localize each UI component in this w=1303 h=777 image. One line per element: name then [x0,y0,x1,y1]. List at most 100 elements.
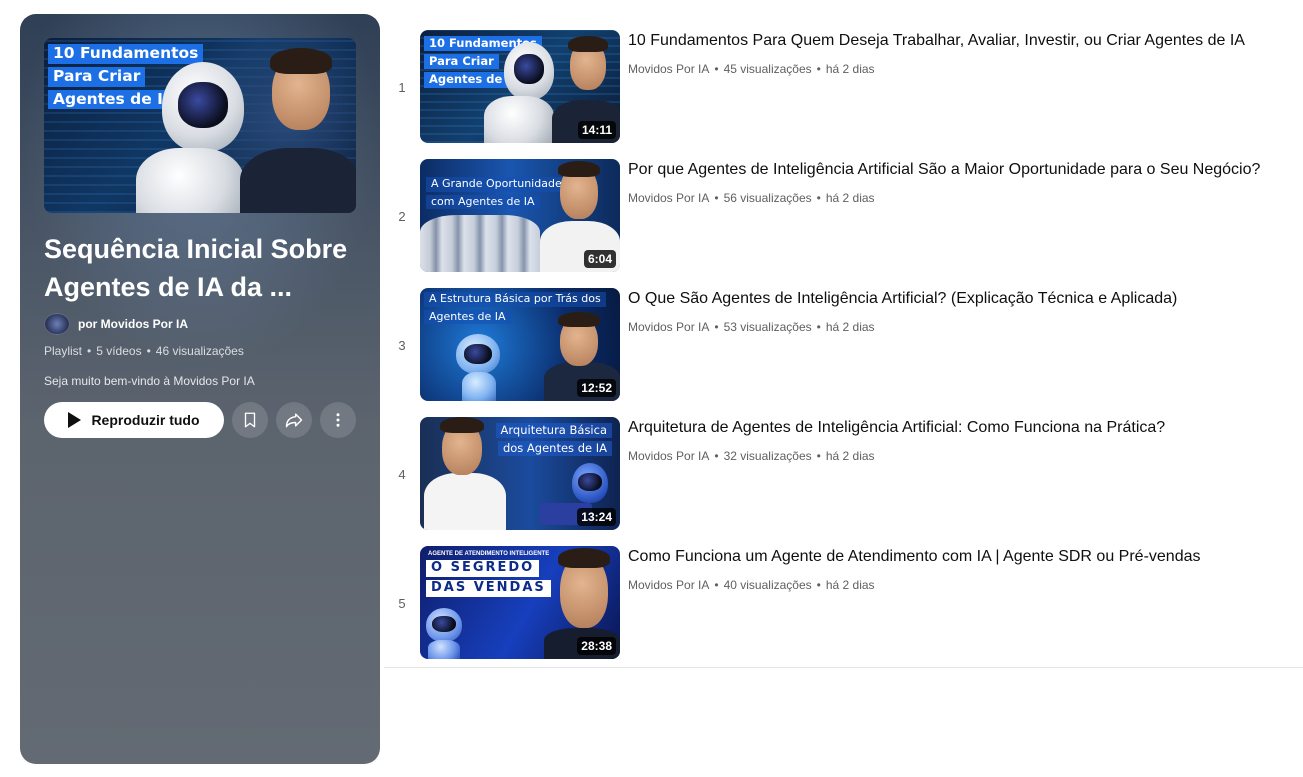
video-thumbnail[interactable]: A Estrutura Básica por Trás dos Agentes … [420,288,620,401]
video-thumbnail[interactable]: Arquitetura Básica dos Agentes de IA 13:… [420,417,620,530]
video-index: 1 [398,80,406,95]
video-metadata: Movidos Por IA • 40 visualizações • há 2… [628,578,875,592]
meta-separator: • [714,578,719,592]
video-thumbnail[interactable]: AGENTE DE ATENDIMENTO INTELIGENTE O SEGR… [420,546,620,659]
video-index: 3 [398,338,406,353]
channel-name[interactable]: Movidos Por IA [628,449,709,463]
view-count: 56 visualizações [723,191,812,205]
thumb-text-line: Agentes de IA [424,309,511,325]
robot-figure [162,62,244,152]
meta-separator: • [714,449,719,463]
upload-age: há 2 dias [825,191,875,205]
video-metadata: Movidos Por IA • 45 visualizações • há 2… [628,62,875,76]
save-playlist-button[interactable] [232,402,268,438]
share-button[interactable] [276,402,312,438]
video-title[interactable]: Arquitetura de Agentes de Inteligência A… [628,419,1165,437]
playlist-actions: Reproduzir tudo [44,402,356,438]
thumb-caption: AGENTE DE ATENDIMENTO INTELIGENTE [428,551,550,557]
robot-crowd [420,215,540,272]
upload-age: há 2 dias [825,62,875,76]
playlist-video-list: 1 10 Fundamentos Para Criar Agentes de I… [384,24,1303,669]
video-duration: 28:38 [577,637,616,655]
video-thumbnail[interactable]: A Grande Oportunidade com Agentes de IA … [420,159,620,272]
thumb-text-line: A Grande Oportunidade [426,177,567,192]
video-index: 4 [398,467,406,482]
playlist-cover-thumbnail[interactable]: 10 Fundamentos Para Criar Agentes de IA [44,38,356,213]
meta-separator: • [714,62,719,76]
thumb-text-line: DAS VENDAS [426,579,551,597]
robot-body [136,148,244,213]
playlist-header-panel: 10 Fundamentos Para Criar Agentes de IA … [20,14,380,764]
meta-separator: • [816,62,821,76]
owner-name[interactable]: por Movidos Por IA [78,317,188,331]
playlist-type: Playlist [44,344,83,358]
play-icon [68,412,82,428]
meta-separator: • [816,191,821,205]
video-duration: 12:52 [577,379,616,397]
robot-figure [456,334,500,374]
meta-separator: • [87,344,92,358]
video-title[interactable]: Por que Agentes de Inteligência Artifici… [628,161,1260,179]
video-thumbnail[interactable]: 10 Fundamentos Para Criar Agentes de IA … [420,30,620,143]
share-icon [285,413,303,428]
meta-separator: • [816,320,821,334]
view-count: 53 visualizações [723,320,812,334]
video-row[interactable]: 1 10 Fundamentos Para Criar Agentes de I… [384,24,1303,153]
meta-separator: • [714,320,719,334]
video-row[interactable]: 5 AGENTE DE ATENDIMENTO INTELIGENTE O SE… [384,540,1303,669]
video-metadata: Movidos Por IA • 53 visualizações • há 2… [628,320,875,334]
view-count: 40 visualizações [723,578,812,592]
meta-separator: • [714,191,719,205]
thumb-text-line: Para Criar [424,54,499,70]
more-vertical-icon [336,413,340,427]
robot-figure [504,42,554,100]
cover-text-line: 10 Fundamentos [48,44,204,64]
video-row[interactable]: 2 A Grande Oportunidade com Agentes de I… [384,153,1303,282]
meta-separator: • [816,449,821,463]
thumb-text-line: dos Agentes de IA [497,441,612,457]
video-index: 2 [398,209,406,224]
channel-name[interactable]: Movidos Por IA [628,578,709,592]
video-row[interactable]: 3 A Estrutura Básica por Trás dos Agente… [384,282,1303,411]
video-metadata: Movidos Por IA • 56 visualizações • há 2… [628,191,875,205]
bookmark-icon [244,412,256,428]
playlist-title: Sequência Inicial Sobre Agentes de IA da… [44,234,348,302]
view-count: 32 visualizações [723,449,812,463]
video-count: 5 vídeos [96,344,142,358]
video-row[interactable]: 4 Arquitetura Básica dos Agentes de IA 1… [384,411,1303,540]
video-metadata: Movidos Por IA • 32 visualizações • há 2… [628,449,875,463]
channel-name[interactable]: Movidos Por IA [628,320,709,334]
cover-text-line: Para Criar [48,66,146,87]
thumb-text-line: A Estrutura Básica por Trás dos [424,292,606,307]
playlist-owner[interactable]: por Movidos Por IA [44,313,188,335]
more-actions-button[interactable] [320,402,356,438]
upload-age: há 2 dias [825,320,875,334]
view-count: 46 visualizações [155,344,244,358]
thumb-text-line: Arquitetura Básica [495,423,612,439]
meta-separator: • [816,578,821,592]
playlist-metadata: Playlist • 5 vídeos • 46 visualizações [44,344,244,358]
play-all-label: Reproduzir tudo [91,412,200,428]
channel-name[interactable]: Movidos Por IA [628,62,709,76]
video-duration: 6:04 [583,250,616,268]
video-duration: 13:24 [577,508,616,526]
list-divider [384,667,1303,668]
play-all-button[interactable]: Reproduzir tudo [44,402,224,438]
playlist-description: Seja muito bem-vindo à Movidos Por IA [44,374,255,388]
video-title[interactable]: Como Funciona um Agente de Atendimento c… [628,548,1201,566]
video-title[interactable]: 10 Fundamentos Para Quem Deseja Trabalha… [628,32,1245,50]
cover-text-line: Agentes de IA [48,89,180,110]
channel-avatar[interactable] [44,313,70,335]
robot-figure [572,463,608,503]
thumbnail-text: O SEGREDO DAS VENDAS [426,560,551,597]
thumb-text-line: com Agentes de IA [426,194,540,210]
video-duration: 14:11 [577,121,616,139]
person-figure [240,148,356,213]
video-title[interactable]: O Que São Agentes de Inteligência Artifi… [628,290,1177,308]
thumbnail-text: A Grande Oportunidade com Agentes de IA [426,177,567,210]
thumb-text-line: O SEGREDO [426,560,540,577]
robot-figure [426,608,462,642]
thumbnail-text: Arquitetura Básica dos Agentes de IA [495,423,612,457]
meta-separator: • [146,344,151,358]
channel-name[interactable]: Movidos Por IA [628,191,709,205]
